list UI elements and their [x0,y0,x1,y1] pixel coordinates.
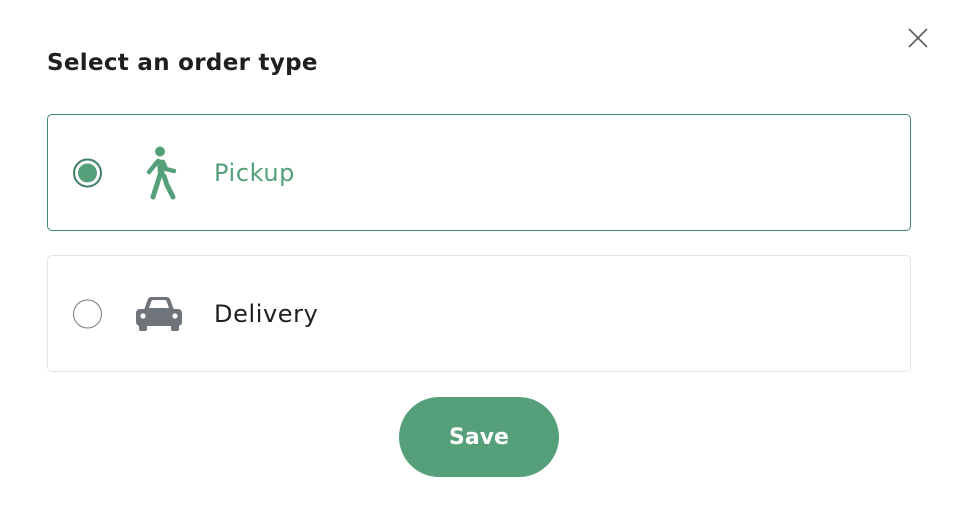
walking-person-icon [134,145,184,201]
pickup-radio[interactable] [73,158,102,187]
option-delivery[interactable]: Delivery [47,255,911,372]
order-type-dialog: Select an order type Pickup Delivery Sav… [0,0,956,518]
dialog-title: Select an order type [47,50,318,76]
option-pickup[interactable]: Pickup [47,114,911,231]
option-label-delivery: Delivery [214,299,319,328]
car-icon [134,286,184,342]
close-button[interactable] [904,24,932,52]
delivery-radio[interactable] [73,299,102,328]
option-label-pickup: Pickup [214,158,296,187]
close-icon [908,28,928,48]
save-button[interactable]: Save [399,397,559,477]
